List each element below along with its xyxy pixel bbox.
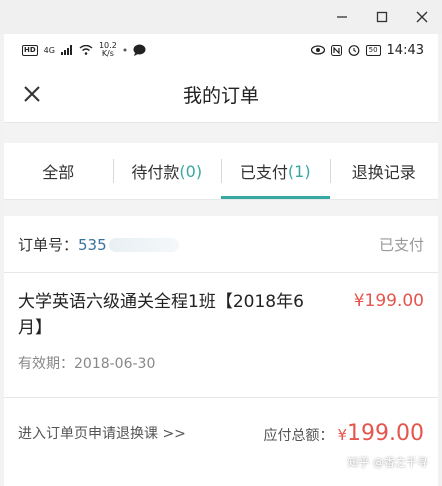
status-time: 14:43 [386,42,424,58]
total-label: 应付总额： [263,427,334,444]
tab-pending-payment[interactable]: 待付款 (0) [112,143,222,199]
refund-link[interactable]: 进入订单页申请退换课 >> [18,423,186,443]
battery-indicator: 50 [365,44,381,56]
redacted-blur [108,238,179,252]
network-label: 4G [43,45,55,55]
close-icon [24,86,40,102]
signal-icon [60,45,72,55]
order-status: 已支付 [378,235,424,254]
minimize-icon [337,16,347,18]
tab-label: 已支付 [239,163,288,182]
item-title: 大学英语六级通关全程1班【2018年6月】 [18,292,304,338]
maximize-icon [376,11,388,23]
tab-all[interactable]: 全部 [4,143,113,199]
alarm-icon [348,45,360,56]
wifi-icon [79,45,93,55]
minimize-button[interactable] [322,0,362,34]
order-number-value: 535 [78,235,107,254]
total-value: 199.00 [347,420,424,446]
maximize-button[interactable] [362,0,402,34]
item-price: ¥199.00 [353,291,424,311]
dot-icon [123,48,127,52]
eye-icon [310,45,325,55]
speed-indicator: 10.2 K/s [99,42,117,58]
item-validity: 有效期：2018-06-30 [18,353,424,373]
order-number: 订单号：535 [18,234,179,255]
total-currency: ¥ [337,425,348,444]
tab-refund-records[interactable]: 退换记录 [329,143,439,199]
order-number-label: 订单号： [18,235,79,254]
order-number-row: 订单号：535 已支付 [4,216,438,273]
tab-label: 待付款 [131,163,180,182]
tab-count: (0) [179,161,203,181]
tab-label: 退换记录 [351,163,416,182]
close-button[interactable] [18,80,46,108]
tab-paid[interactable]: 已支付 (1) [221,143,330,199]
section-gap [4,200,438,216]
hd-badge: HD [22,44,38,56]
tab-count: (1) [287,161,311,181]
close-icon [416,11,428,23]
watermark: 知乎 @香之千寻 [347,456,429,469]
nfc-icon [330,44,342,56]
app-header: 我的订单 [4,66,438,123]
tab-label: 全部 [42,163,75,182]
page-title: 我的订单 [182,84,259,107]
window-titlebar [0,0,442,34]
status-bar: HD 4G 10.2 K/s 50 14:43 [4,34,438,66]
validity-label: 有效期： [18,356,74,372]
order-item[interactable]: 大学英语六级通关全程1班【2018年6月】 ¥199.00 有效期：2018-0… [4,273,438,398]
validity-date: 2018-06-30 [74,356,156,372]
chat-bubble-icon [133,44,146,56]
window-close-button[interactable] [402,0,442,34]
speed-unit: K/s [101,49,114,58]
section-gap [4,123,438,143]
order-tabs: 全部 待付款 (0) 已支付 (1) 退换记录 [4,143,438,200]
order-total: 应付总额： ¥ 199.00 [263,421,424,446]
phone-screen: HD 4G 10.2 K/s 50 14:43 我的订单 全部 待付款 (0) 已支… [4,34,438,486]
